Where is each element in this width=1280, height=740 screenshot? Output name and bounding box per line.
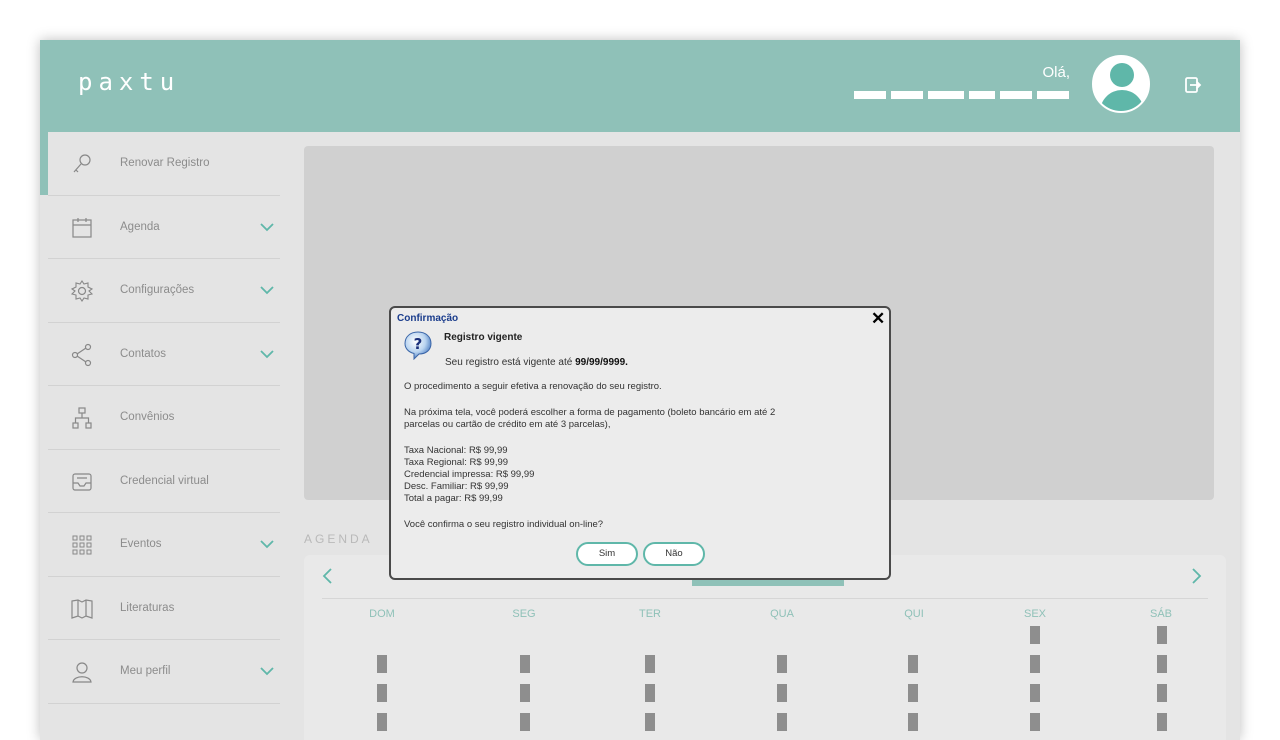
chevron-down-icon[interactable] <box>260 285 274 295</box>
fee-line: Desc. Familiar: R$ 99,99 <box>404 481 509 492</box>
calendar-icon <box>72 217 92 238</box>
sidebar-item-label: Contatos <box>120 347 167 360</box>
calendar-day[interactable] <box>645 655 655 673</box>
calendar-day[interactable] <box>377 713 387 731</box>
agenda-title: AGENDA <box>304 532 373 546</box>
avatar[interactable] <box>1092 55 1150 113</box>
sidebar-item-label: Convênios <box>120 411 175 424</box>
confirmation-dialog: Confirmação ✕ ? Registro vigente Seu reg… <box>389 306 891 580</box>
calendar-day[interactable] <box>377 655 387 673</box>
calendar-day[interactable] <box>908 655 918 673</box>
chevron-down-icon[interactable] <box>260 349 274 359</box>
svg-text:?: ? <box>414 335 423 353</box>
header: paxtu Olá, <box>40 40 1240 132</box>
weekday-label: QUI <box>904 608 924 620</box>
grid-icon <box>72 535 92 555</box>
sidebar-item-label: Literaturas <box>120 601 175 614</box>
calendar-day[interactable] <box>1030 684 1040 702</box>
calendar-day[interactable] <box>645 684 655 702</box>
weekday-label: SEG <box>512 608 536 620</box>
weekday-label: QUA <box>770 608 794 620</box>
book-icon <box>71 598 93 619</box>
sidebar-item-convenios[interactable]: Convênios <box>48 386 280 450</box>
calendar-day[interactable] <box>1030 655 1040 673</box>
calendar-day[interactable] <box>1157 684 1167 702</box>
gear-icon <box>70 280 94 302</box>
dialog-heading: Registro vigente <box>444 332 523 343</box>
sidebar-item-label: Agenda <box>120 220 160 233</box>
logout-icon[interactable] <box>1184 76 1202 94</box>
dialog-question: Você confirma o seu registro individual … <box>404 519 604 530</box>
calendar-day[interactable] <box>520 713 530 731</box>
fee-line: Total a pagar: R$ 99,99 <box>404 493 503 504</box>
calendar-day[interactable] <box>777 684 787 702</box>
chevron-down-icon[interactable] <box>260 539 274 549</box>
calendar-day[interactable] <box>377 684 387 702</box>
yes-button[interactable]: Sim <box>576 542 638 566</box>
sidebar-item-meu-perfil[interactable]: Meu perfil <box>48 640 280 704</box>
sidebar-item-label: Configurações <box>120 284 195 297</box>
calendar-day[interactable] <box>1157 713 1167 731</box>
question-icon: ? <box>404 331 432 360</box>
org-chart-icon <box>72 407 92 429</box>
sidebar-item-credencial-virtual[interactable]: Credencial virtual <box>48 450 280 513</box>
validity-date: 99/99/9999. <box>575 357 628 368</box>
weekday-label: SÁB <box>1149 608 1172 620</box>
dialog-paragraph: parcelas ou cartão de crédito em até 3 p… <box>404 419 611 430</box>
calendar-day[interactable] <box>908 684 918 702</box>
key-icon <box>73 154 91 173</box>
logo: paxtu <box>78 68 181 96</box>
sidebar-item-label: Meu perfil <box>120 665 171 678</box>
calendar-day[interactable] <box>1157 626 1167 644</box>
user-icon <box>72 662 92 683</box>
calendar-day[interactable] <box>908 713 918 731</box>
calendar-day[interactable] <box>1030 626 1040 644</box>
sidebar-item-label: Credencial virtual <box>120 474 209 487</box>
sidebar-item-contatos[interactable]: Contatos <box>48 323 280 386</box>
sidebar-item-label: Eventos <box>120 538 162 551</box>
weekday-label: TER <box>639 608 661 620</box>
calendar-day[interactable] <box>1157 655 1167 673</box>
chevron-down-icon[interactable] <box>260 222 274 232</box>
validity-prefix: Seu registro está vigente até <box>445 357 576 368</box>
sidebar-item-agenda[interactable]: Agenda <box>48 196 280 259</box>
calendar-day[interactable] <box>777 713 787 731</box>
fee-line: Taxa Nacional: R$ 99,99 <box>404 445 508 456</box>
share-icon <box>71 343 92 366</box>
sidebar-item-eventos[interactable]: Eventos <box>48 513 280 577</box>
validity-text: Seu registro está vigente até 99/99/9999… <box>445 357 628 368</box>
dialog-paragraph: Na próxima tela, você poderá escolher a … <box>404 407 776 418</box>
fee-line: Taxa Regional: R$ 99,99 <box>404 457 509 468</box>
chevron-right-icon[interactable] <box>1190 566 1204 586</box>
weekday-label: DOM <box>369 608 395 620</box>
sidebar-item-configuracoes[interactable]: Configurações <box>48 259 280 323</box>
dialog-title: Confirmação <box>397 313 459 324</box>
divider <box>322 598 1208 599</box>
sidebar-item-renovar-registro[interactable]: Renovar Registro <box>40 132 280 196</box>
calendar-day[interactable] <box>777 655 787 673</box>
inbox-icon <box>72 472 92 491</box>
weekday-label: SEX <box>1023 608 1046 620</box>
sidebar-item-label: Renovar Registro <box>120 157 210 170</box>
no-button[interactable]: Não <box>643 542 705 566</box>
calendar-day[interactable] <box>520 684 530 702</box>
dialog-paragraph: O procedimento a seguir efetiva a renova… <box>404 381 662 392</box>
sidebar-item-literaturas[interactable]: Literaturas <box>48 577 280 640</box>
close-icon[interactable]: ✕ <box>871 309 885 329</box>
sidebar: Renovar Registro Agenda Configurações Co… <box>40 132 280 740</box>
calendar-day[interactable] <box>1030 713 1040 731</box>
user-name-redacted <box>854 91 1074 99</box>
month-indicator <box>692 580 844 586</box>
calendar-day[interactable] <box>520 655 530 673</box>
greeting: Olá, <box>1042 64 1070 81</box>
chevron-left-icon[interactable] <box>320 566 334 586</box>
fee-line: Credencial impressa: R$ 99,99 <box>404 469 535 480</box>
chevron-down-icon[interactable] <box>260 666 274 676</box>
calendar-day[interactable] <box>645 713 655 731</box>
